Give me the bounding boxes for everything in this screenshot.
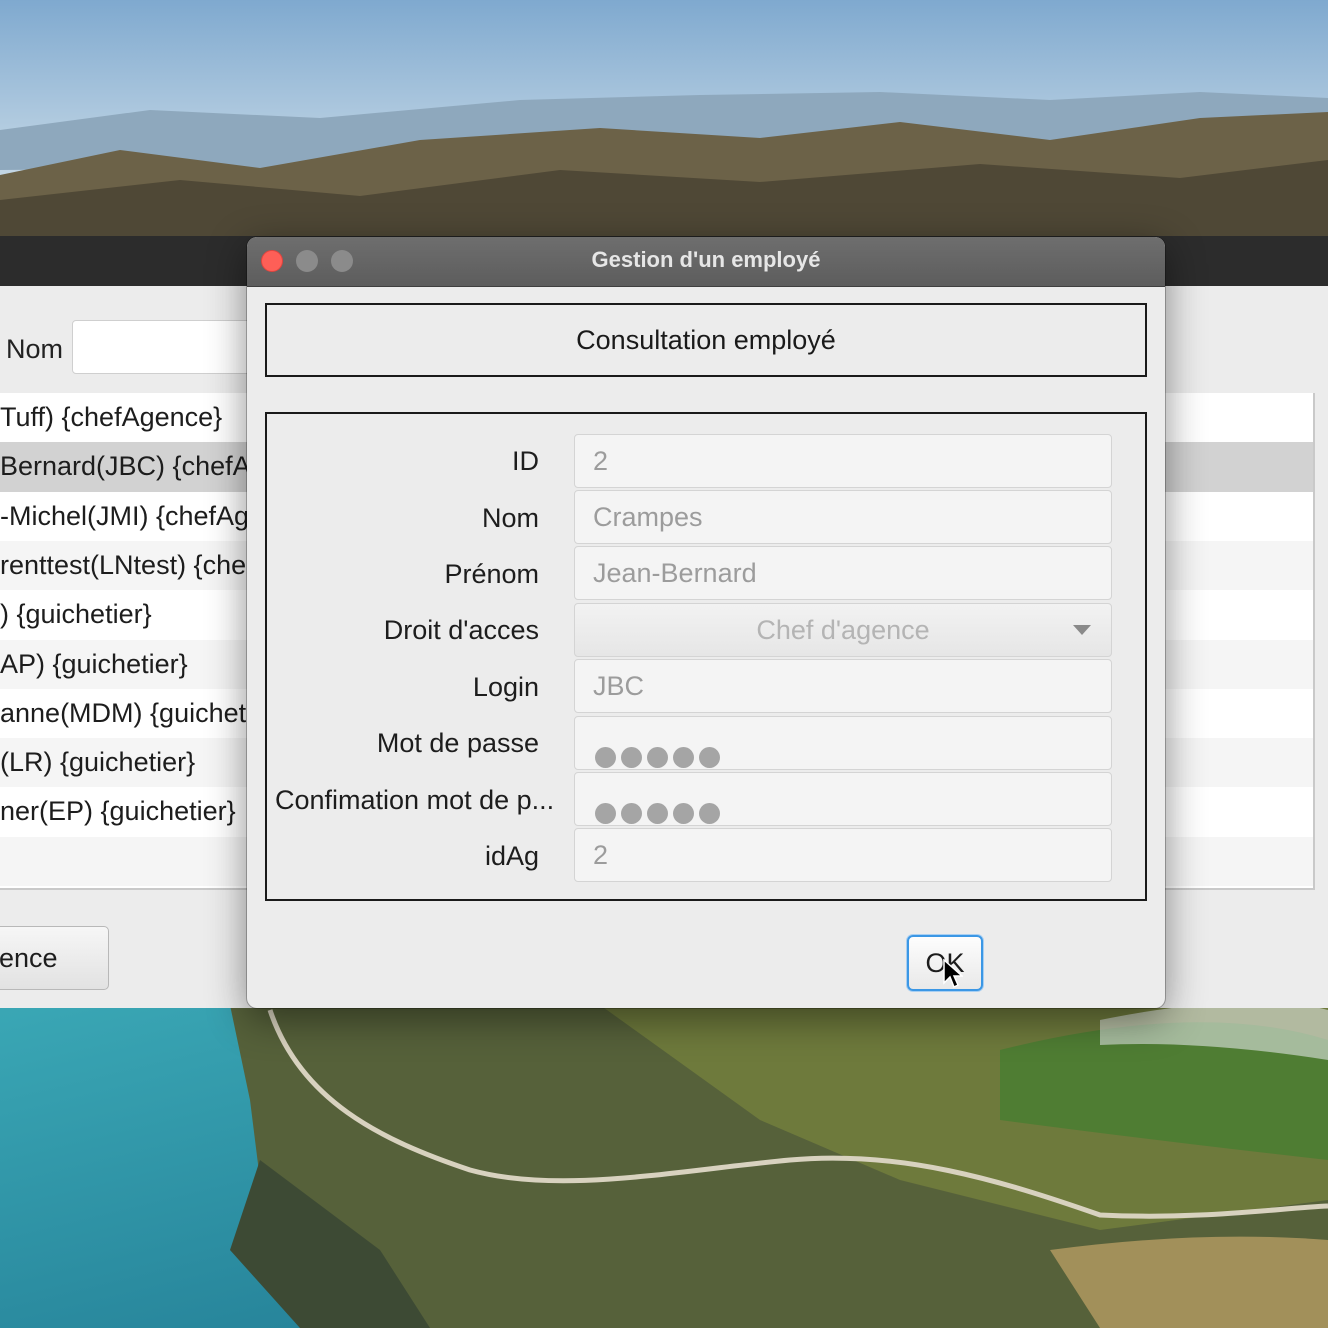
password-confirm-label: Confimation mot de p... — [275, 785, 555, 815]
bg-agence-button[interactable]: ence — [0, 926, 109, 990]
list-item-label: (LR) {guichetier} — [0, 747, 196, 778]
dialog-titlebar[interactable]: Gestion d'un employé — [247, 237, 1165, 287]
bg-nom-label: Nom — [6, 334, 64, 364]
list-item-label: ) {guichetier} — [0, 599, 152, 630]
list-item-label: Bernard(JBC) {chefA — [0, 451, 251, 482]
id-field[interactable]: 2 — [574, 434, 1112, 488]
list-item-label: ner(EP) {guichetier} — [0, 796, 236, 827]
id-label: ID — [512, 446, 539, 476]
mouse-pointer-icon — [943, 959, 963, 989]
idag-field[interactable]: 2 — [574, 828, 1112, 882]
list-item-label: AP) {guichetier} — [0, 648, 188, 679]
login-field[interactable]: JBC — [574, 659, 1112, 713]
dialog-title: Gestion d'un employé — [591, 247, 821, 272]
idag-label: idAg — [484, 841, 539, 871]
login-label: Login — [472, 672, 539, 702]
chevron-down-icon — [1073, 625, 1091, 635]
list-item-label: anne(MDM) {guicheti — [0, 697, 253, 728]
list-item-label: Tuff) {chefAgence} — [0, 402, 223, 432]
list-item-label: renttest(LNtest) {che — [0, 549, 247, 580]
nom-label: Nom — [481, 503, 539, 533]
section-header: Consultation employé — [265, 303, 1147, 377]
droit-acces-value: Chef d'agence — [756, 615, 930, 645]
password-confirm-field[interactable] — [574, 772, 1112, 826]
password-field[interactable] — [574, 716, 1112, 770]
droit-acces-label: Droit d'acces — [383, 615, 539, 645]
employee-dialog: Gestion d'un employé Consultation employ… — [247, 237, 1165, 1008]
prenom-label: Prénom — [444, 559, 539, 589]
droit-acces-select[interactable]: Chef d'agence — [574, 603, 1112, 657]
nom-field[interactable]: Crampes — [574, 490, 1112, 544]
prenom-field[interactable]: Jean-Bernard — [574, 546, 1112, 600]
employee-form: ID 2 Nom Crampes Prénom Jean-Bernard Dro… — [265, 412, 1147, 901]
list-item-label: -Michel(JMI) {chefAg — [0, 500, 250, 531]
password-label: Mot de passe — [376, 728, 539, 758]
